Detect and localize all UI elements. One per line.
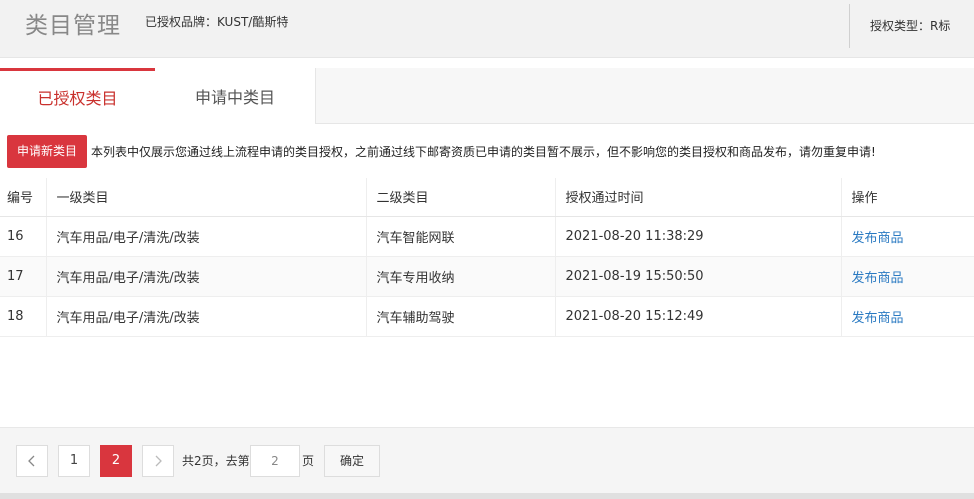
publish-product-link[interactable]: 发布商品: [852, 271, 904, 286]
header-divider: [849, 4, 850, 48]
cell-level1: 汽车用品/电子/清洗/改装: [46, 296, 367, 337]
cell-time: 2021-08-20 11:38:29: [555, 216, 842, 257]
tab-authorized-categories[interactable]: 已授权类目: [0, 68, 155, 125]
spacer: [0, 58, 974, 68]
header-level1: 一级类目: [46, 178, 367, 217]
cell-level2: 汽车智能网联: [366, 216, 556, 257]
tab-pending-categories[interactable]: 申请中类目: [155, 68, 316, 124]
bottom-border: [0, 493, 974, 499]
table-row: 18 汽车用品/电子/清洗/改装 汽车辅助驾驶 2021-08-20 15:12…: [0, 296, 974, 337]
category-table: 编号 一级类目 二级类目 授权通过时间 操作 16 汽车用品/电子/清洗/改装 …: [0, 178, 974, 337]
publish-product-link[interactable]: 发布商品: [852, 311, 904, 326]
cell-action: 发布商品: [841, 296, 974, 337]
cell-action: 发布商品: [841, 216, 974, 257]
notice-text: 本列表中仅展示您通过线上流程申请的类目授权，之前通过线下邮寄资质已申请的类目暂不…: [91, 145, 876, 159]
table-row: 16 汽车用品/电子/清洗/改装 汽车智能网联 2021-08-20 11:38…: [0, 216, 974, 257]
confirm-button[interactable]: 确定: [324, 445, 380, 477]
goto-page-input[interactable]: [250, 445, 300, 477]
chevron-left-icon: [28, 455, 35, 467]
next-page-button[interactable]: [142, 445, 174, 477]
cell-level2: 汽车辅助驾驶: [366, 296, 556, 337]
page-unit-label: 页: [302, 454, 315, 468]
header-action: 操作: [841, 178, 974, 217]
header-level2: 二级类目: [366, 178, 556, 217]
chevron-right-icon: [155, 455, 162, 467]
page-title: 类目管理: [25, 13, 121, 39]
table-header-row: 编号 一级类目 二级类目 授权通过时间 操作: [0, 178, 974, 217]
apply-new-category-button[interactable]: 申请新类目: [7, 135, 87, 168]
pagination: 1 2 共2页，去第 页 确定: [0, 427, 974, 493]
tab-bar: 已授权类目 申请中类目: [0, 68, 974, 125]
page-header: 类目管理 已授权品牌：KUST/酷斯特 授权类型：R标: [0, 0, 974, 58]
authorized-brand: 已授权品牌：KUST/酷斯特: [145, 15, 289, 29]
cell-level1: 汽车用品/电子/清洗/改装: [46, 256, 367, 297]
auth-type: 授权类型：R标: [870, 19, 951, 33]
cell-action: 发布商品: [841, 256, 974, 297]
cell-level2: 汽车专用收纳: [366, 256, 556, 297]
total-pages-label: 共2页，去第: [182, 454, 250, 468]
table-row: 17 汽车用品/电子/清洗/改装 汽车专用收纳 2021-08-19 15:50…: [0, 256, 974, 297]
page-2-button[interactable]: 2: [100, 445, 132, 477]
cell-time: 2021-08-20 15:12:49: [555, 296, 842, 337]
cell-time: 2021-08-19 15:50:50: [555, 256, 842, 297]
header-id: 编号: [0, 178, 47, 217]
cell-level1: 汽车用品/电子/清洗/改装: [46, 216, 367, 257]
cell-id: 18: [0, 296, 47, 337]
cell-id: 16: [0, 216, 47, 257]
page-1-button[interactable]: 1: [58, 445, 90, 477]
header-time: 授权通过时间: [555, 178, 842, 217]
publish-product-link[interactable]: 发布商品: [852, 231, 904, 246]
prev-page-button[interactable]: [16, 445, 48, 477]
cell-id: 17: [0, 256, 47, 297]
